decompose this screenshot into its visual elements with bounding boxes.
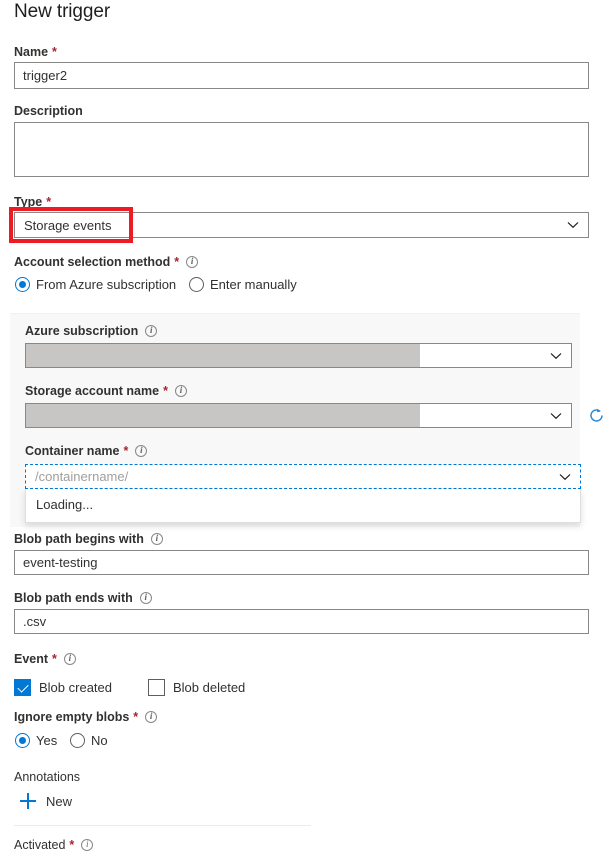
radio-label: Enter manually <box>210 277 297 292</box>
container-name-required-mark: * <box>123 444 128 458</box>
annotations-label: Annotations <box>14 770 80 784</box>
type-label: Type * <box>14 195 51 209</box>
container-name-dropdown[interactable]: /containername/ <box>25 464 581 489</box>
radio-ignore-empty-blobs-yes[interactable]: Yes <box>15 733 57 748</box>
info-icon[interactable] <box>175 385 187 397</box>
annotations-label-text: Annotations <box>14 770 80 784</box>
info-icon[interactable] <box>81 839 93 851</box>
radio-button-icon <box>15 277 30 292</box>
blob-path-begins-with-input[interactable] <box>14 550 589 575</box>
container-name-placeholder: /containername/ <box>26 469 550 484</box>
description-label-text: Description <box>14 104 83 118</box>
account-selection-method-label: Account selection method * <box>14 255 198 269</box>
type-required-mark: * <box>46 195 51 209</box>
checkbox-label: Blob deleted <box>173 680 245 695</box>
account-selection-method-required-mark: * <box>174 255 179 269</box>
dropdown-loading-item: Loading... <box>26 489 580 520</box>
azure-subscription-label: Azure subscription <box>25 324 157 338</box>
activated-label-text: Activated <box>14 838 65 852</box>
type-dropdown[interactable]: Storage events <box>14 212 589 238</box>
event-required-mark: * <box>52 652 57 666</box>
type-label-text: Type <box>14 195 42 209</box>
blob-path-ends-with-input[interactable] <box>14 609 589 634</box>
storage-account-name-label-text: Storage account name <box>25 384 159 398</box>
checkbox-blob-deleted[interactable]: Blob deleted <box>148 679 245 696</box>
radio-button-icon <box>189 277 204 292</box>
ignore-empty-blobs-label: Ignore empty blobs * <box>14 710 157 724</box>
info-icon[interactable] <box>151 533 163 545</box>
storage-account-name-label: Storage account name * <box>25 384 187 398</box>
activated-label: Activated * <box>14 838 93 852</box>
container-name-dropdown-list: Loading... <box>25 489 581 523</box>
storage-account-name-required-mark: * <box>163 384 168 398</box>
ignore-empty-blobs-required-mark: * <box>133 710 138 724</box>
blob-path-ends-with-input-wrap <box>14 609 589 634</box>
name-label-text: Name <box>14 45 48 59</box>
ignore-empty-blobs-label-text: Ignore empty blobs <box>14 710 129 724</box>
page-title: New trigger <box>14 1 110 23</box>
radio-label: No <box>91 733 108 748</box>
checkbox-icon <box>148 679 165 696</box>
storage-account-name-redaction-bar <box>26 404 420 427</box>
chevron-down-icon <box>558 221 588 229</box>
info-icon[interactable] <box>140 592 152 604</box>
add-annotation-label: New <box>46 794 72 809</box>
plus-icon <box>20 793 36 809</box>
refresh-icon[interactable] <box>588 407 605 429</box>
account-selection-method-label-text: Account selection method <box>14 255 170 269</box>
radio-from-azure-subscription[interactable]: From Azure subscription <box>15 277 176 292</box>
name-input-wrap <box>14 62 589 89</box>
container-name-label: Container name * <box>25 444 147 458</box>
checkbox-icon <box>14 679 31 696</box>
blob-path-ends-with-label: Blob path ends with <box>14 591 152 605</box>
checkbox-label: Blob created <box>39 680 112 695</box>
radio-button-icon <box>70 733 85 748</box>
info-icon[interactable] <box>145 325 157 337</box>
blob-path-begins-with-label-text: Blob path begins with <box>14 532 144 546</box>
info-icon[interactable] <box>186 256 198 268</box>
info-icon[interactable] <box>64 653 76 665</box>
azure-subscription-label-text: Azure subscription <box>25 324 138 338</box>
blob-path-begins-with-label: Blob path begins with <box>14 532 163 546</box>
description-textarea-wrap <box>14 122 589 177</box>
name-required-mark: * <box>52 45 57 59</box>
radio-label: From Azure subscription <box>36 277 176 292</box>
blob-path-ends-with-label-text: Blob path ends with <box>14 591 133 605</box>
description-label: Description <box>14 104 83 118</box>
radio-label: Yes <box>36 733 57 748</box>
type-dropdown-value: Storage events <box>15 218 558 233</box>
chevron-down-icon <box>541 412 571 420</box>
add-annotation-button[interactable]: New <box>20 793 72 809</box>
container-name-label-text: Container name <box>25 444 119 458</box>
azure-subscription-redaction-bar <box>26 344 420 367</box>
info-icon[interactable] <box>145 711 157 723</box>
name-label: Name * <box>14 45 57 59</box>
radio-button-icon <box>15 733 30 748</box>
checkbox-blob-created[interactable]: Blob created <box>14 679 112 696</box>
chevron-down-icon <box>541 352 571 360</box>
blob-path-begins-with-input-wrap <box>14 550 589 575</box>
new-trigger-panel: New trigger Name * Description Type * St… <box>0 0 608 861</box>
name-input[interactable] <box>14 62 589 89</box>
event-label-text: Event <box>14 652 48 666</box>
info-icon[interactable] <box>135 445 147 457</box>
event-label: Event * <box>14 652 76 666</box>
radio-ignore-empty-blobs-no[interactable]: No <box>70 733 108 748</box>
chevron-down-icon <box>550 473 580 481</box>
description-textarea[interactable] <box>14 122 589 177</box>
section-divider <box>14 825 311 826</box>
activated-required-mark: * <box>69 838 74 852</box>
radio-enter-manually[interactable]: Enter manually <box>189 277 297 292</box>
